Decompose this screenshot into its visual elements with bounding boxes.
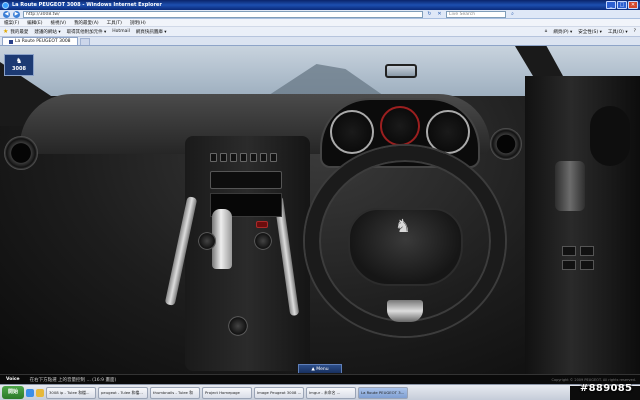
toggle-switch[interactable]: [210, 153, 217, 162]
climate-dial-right[interactable]: [254, 232, 272, 250]
stop-icon[interactable]: ✕: [436, 11, 443, 18]
taskbar: 開始 3008 ip - Tulee 和檔... peugeot - Tulee…: [0, 384, 640, 400]
window-switch[interactable]: [580, 246, 594, 256]
fav-link-addons[interactable]: 取得其他附加元件 ▾: [67, 29, 107, 35]
left-air-vent: [4, 136, 38, 170]
page-menu[interactable]: 網頁(P) ▾: [553, 29, 572, 35]
window-switch[interactable]: [562, 260, 576, 270]
hazard-button[interactable]: [256, 221, 268, 228]
page-favicon: [9, 39, 13, 44]
close-button[interactable]: ✕: [628, 1, 638, 9]
tab-label: La Route PEUGEOT 3008: [15, 39, 71, 44]
radio-panel[interactable]: [210, 171, 282, 189]
new-tab-button[interactable]: [79, 38, 90, 45]
ie-icon: [2, 1, 9, 9]
fav-link-suggested[interactable]: 建議的網站 ▾: [34, 29, 60, 35]
menu-bar: 檔案(F) 編輯(E) 檢視(V) 我的最愛(A) 工具(T) 說明(H): [0, 19, 640, 27]
ie-quicklaunch-icon[interactable]: [26, 388, 34, 397]
voice-bar: Voice 在右下方點選 上的音量控制 ... (16:9 畫面) Copyri…: [0, 374, 640, 384]
flash-content[interactable]: ♞ ♞ 3008 ▲ Menu: [0, 46, 640, 374]
window-switch[interactable]: [562, 246, 576, 256]
taskbar-item[interactable]: 3008 ip - Tulee 和檔...: [46, 386, 96, 399]
menu-item-view[interactable]: 檢視(V): [50, 20, 66, 26]
brand-badge[interactable]: ♞ 3008: [4, 54, 34, 76]
peugeot-lion-logo: ♞: [394, 216, 412, 237]
forward-button[interactable]: ▶: [13, 10, 20, 18]
taskbar-item[interactable]: Project Homepage: [202, 386, 252, 399]
back-button[interactable]: ◀: [3, 10, 10, 18]
home-icon[interactable]: ⌂: [545, 29, 548, 34]
window-controls: _ □ ✕: [606, 1, 638, 9]
window-title: La Route PEUGEOT 3008 - Windows Internet…: [12, 2, 162, 8]
favorites-label: 我的最愛: [10, 29, 29, 35]
search-icon[interactable]: ⌕: [509, 11, 516, 18]
toggle-switch[interactable]: [230, 153, 237, 162]
voice-label[interactable]: Voice: [6, 377, 20, 382]
toggle-switch[interactable]: [220, 153, 227, 162]
menu-item-file[interactable]: 檔案(F): [4, 20, 19, 26]
menu-item-favorites[interactable]: 我的最愛(A): [74, 20, 99, 26]
taskbar-item[interactable]: Image Peugeot 3008 ...: [254, 386, 304, 399]
taskbar-item[interactable]: thumbnails - Tulee 和: [150, 386, 200, 399]
toggle-switch[interactable]: [260, 153, 267, 162]
speedometer: [330, 110, 374, 154]
safety-menu[interactable]: 安全性(S) ▾: [578, 29, 602, 35]
rearview-mirror: [385, 64, 417, 78]
brand-label: 3008: [12, 66, 26, 72]
tools-menu[interactable]: 工具(O) ▾: [608, 29, 628, 35]
search-input[interactable]: Live Search: [446, 10, 506, 18]
maximize-button[interactable]: □: [617, 1, 627, 9]
tachometer: [426, 110, 470, 154]
url-input[interactable]: http://3008.tw/: [23, 10, 423, 18]
folder-quicklaunch-icon[interactable]: [36, 388, 44, 397]
start-button[interactable]: 開始: [2, 386, 24, 399]
center-display: [380, 106, 420, 146]
tab-row: La Route PEUGEOT 3008: [0, 37, 640, 46]
toggle-switch[interactable]: [270, 153, 277, 162]
toggle-switch[interactable]: [250, 153, 257, 162]
fav-link-hotmail[interactable]: Hotmail: [112, 29, 130, 34]
window-title-bar: La Route PEUGEOT 3008 - Windows Internet…: [0, 0, 640, 10]
toggle-switches: [210, 153, 277, 162]
taskbar-item[interactable]: peugeot - Tulee 和檔...: [98, 386, 148, 399]
climate-dial-left[interactable]: [198, 232, 216, 250]
controller-knob[interactable]: [228, 316, 248, 336]
taskbar-item[interactable]: Imgur - 未命名 ...: [306, 386, 356, 399]
right-air-vent: [490, 128, 522, 160]
minimize-button[interactable]: _: [606, 1, 616, 9]
copyright-text: Copyright © 2009 PEUGEOT. All rights res…: [551, 377, 636, 382]
address-bar: ◀ ▶ http://3008.tw/ ↻ ✕ Live Search ⌕: [0, 10, 640, 19]
help-icon[interactable]: ?: [634, 29, 636, 34]
menu-item-tools[interactable]: 工具(T): [107, 20, 122, 26]
taskbar-item-active[interactable]: La Route PEUGEOT 3...: [358, 386, 408, 399]
fav-link-webslices[interactable]: 網頁快訊圖庫 ▾: [136, 29, 167, 35]
voice-text: 在右下方點選 上的音量控制 ... (16:9 畫面): [29, 377, 117, 383]
menu-item-edit[interactable]: 編輯(E): [27, 20, 42, 26]
favorites-button[interactable]: ★ 我的最愛: [3, 28, 28, 35]
tab-peugeot[interactable]: La Route PEUGEOT 3008: [2, 37, 78, 45]
window-switch[interactable]: [580, 260, 594, 270]
menu-button[interactable]: ▲ Menu: [298, 364, 342, 373]
right-side-mirror: [590, 106, 630, 166]
lion-emblem-icon: ♞: [15, 57, 23, 65]
favorites-bar: ★ 我的最愛 建議的網站 ▾ 取得其他附加元件 ▾ Hotmail 網頁快訊圖庫…: [0, 27, 640, 37]
toggle-switch[interactable]: [240, 153, 247, 162]
watermark: #889085: [580, 383, 633, 394]
door-handle: [555, 161, 585, 211]
menu-item-help[interactable]: 說明(H): [130, 20, 146, 26]
refresh-icon[interactable]: ↻: [426, 11, 433, 18]
star-icon: ★: [3, 28, 9, 35]
steering-spoke-trim: [387, 300, 423, 322]
